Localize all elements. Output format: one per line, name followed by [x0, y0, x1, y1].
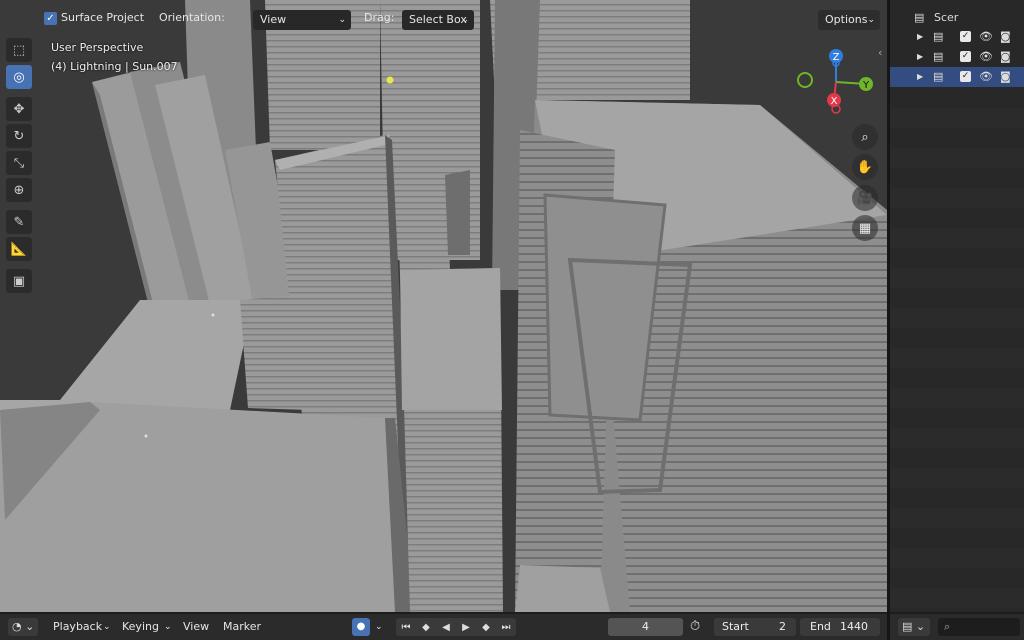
measure-tool-icon[interactable]: 📐 [6, 237, 32, 261]
collection-icon: ▤ [933, 70, 944, 83]
editor-type-icon[interactable]: ◔ ⌄ [8, 618, 38, 636]
transform-tool-icon[interactable]: ⊕ [6, 178, 32, 202]
outliner-empty-rows [890, 88, 1024, 612]
end-label: End [810, 620, 831, 633]
options-dropdown[interactable]: Options ⌄ [818, 10, 880, 30]
playback-menu[interactable]: Playback [53, 614, 102, 640]
zoom-icon[interactable]: ⌕ [852, 124, 878, 150]
3d-viewport[interactable]: ✓ Surface Project Orientation: View ⌄ Dr… [0, 0, 887, 612]
stopwatch-icon[interactable]: ⏱ [690, 614, 700, 640]
outliner-panel: ▤ Scer ▶ ▤ ✓ 👁 ◙ ▶ ▤ ✓ 👁 ◙ ▶ ▤ ✓ 👁 ◙ [890, 0, 1024, 612]
viewport-header: ✓ Surface Project Orientation: View ⌄ Dr… [0, 6, 887, 30]
navigation-gizmo[interactable]: Z Y X [796, 44, 880, 116]
jump-end-icon[interactable]: ⏭ [497, 619, 515, 636]
end-value: 1440 [840, 620, 868, 633]
eye-icon[interactable]: 👁 [979, 30, 993, 43]
neg-y-axis-icon[interactable] [797, 72, 813, 88]
outliner-row-collection[interactable]: ▶ ▤ ✓ 👁 ◙ [890, 47, 1024, 67]
start-frame-field[interactable]: Start 2 [714, 618, 796, 636]
expand-arrow-icon[interactable]: ▶ [917, 32, 923, 41]
y-axis-label: Y [862, 80, 870, 91]
annotate-tool-icon[interactable]: ✎ [6, 210, 32, 234]
chevron-down-icon: ⌄ [338, 15, 346, 25]
chevron-down-icon: ⌄ [103, 622, 111, 632]
chevron-down-icon: ⌄ [461, 15, 469, 25]
pan-hand-icon[interactable]: ✋ [852, 154, 878, 180]
auto-key-record-button[interactable]: ● [352, 618, 370, 636]
expand-arrow-icon[interactable]: ▶ [917, 52, 923, 61]
search-icon: ⌕ [944, 620, 951, 633]
chevron-down-icon: ⌄ [867, 15, 875, 25]
chevron-down-icon: ⌄ [164, 622, 172, 632]
orientation-value: View [260, 13, 287, 26]
outliner-row-collection-selected[interactable]: ▶ ▤ ✓ 👁 ◙ [890, 67, 1024, 87]
current-frame-value: 4 [642, 620, 649, 633]
collection-icon: ▤ [914, 11, 925, 24]
scale-tool-icon[interactable]: ⤡ [6, 151, 32, 175]
eye-icon[interactable]: 👁 [979, 50, 993, 63]
current-frame-field[interactable]: 4 [608, 618, 683, 636]
camera-icon[interactable]: 🎥 [852, 185, 878, 211]
options-label: Options [825, 13, 868, 26]
chevron-down-icon[interactable]: ⌄ [375, 614, 383, 640]
play-icon[interactable]: ▶ [457, 619, 475, 636]
city-scene[interactable] [0, 0, 887, 612]
add-cube-tool-icon[interactable]: ▣ [6, 269, 32, 293]
select-tool-icon[interactable]: ⬚ [6, 38, 32, 62]
next-keyframe-icon[interactable]: ◆ [477, 619, 495, 636]
start-value: 2 [779, 620, 786, 633]
outliner-row-scene[interactable]: ▤ Scer [890, 8, 1024, 28]
end-frame-field[interactable]: End 1440 [800, 618, 880, 636]
exclude-checkbox[interactable]: ✓ [960, 71, 971, 82]
cursor-tool-icon[interactable]: ◎ [6, 65, 32, 89]
play-reverse-icon[interactable]: ◀ [437, 619, 455, 636]
exclude-checkbox[interactable]: ✓ [960, 51, 971, 62]
tool-shelf: ⬚ ◎ ✥ ↻ ⤡ ⊕ ✎ 📐 ▣ [6, 38, 36, 296]
outliner-row-collection[interactable]: ▶ ▤ ✓ 👁 ◙ [890, 27, 1024, 47]
exclude-checkbox[interactable]: ✓ [960, 31, 971, 42]
sidebar-toggle-icon[interactable]: ‹ [878, 46, 882, 59]
outliner-footer: ▤ ⌄ ⌕ [890, 614, 1024, 640]
x-axis-label: X [831, 96, 838, 107]
z-axis-label: Z [833, 52, 840, 63]
keying-menu[interactable]: Keying [122, 614, 159, 640]
orientation-dropdown[interactable]: View ⌄ [253, 10, 351, 30]
jump-start-icon[interactable]: ⏮ [397, 619, 415, 636]
view-name: User Perspective [51, 41, 144, 54]
grid-ortho-icon[interactable]: ▦ [852, 215, 878, 241]
start-label: Start [722, 620, 749, 633]
collection-icon: ▤ [933, 50, 944, 63]
outliner-root-label: Scer [934, 11, 959, 24]
timeline-header: ◔ ⌄ Playback ⌄ Keying ⌄ View Marker ● ⌄ … [0, 614, 887, 640]
move-tool-icon[interactable]: ✥ [6, 97, 32, 121]
drag-value: Select Box [409, 13, 467, 26]
orientation-label: Orientation: [159, 11, 225, 24]
render-camera-icon[interactable]: ◙ [1000, 30, 1011, 43]
expand-arrow-icon[interactable]: ▶ [917, 72, 923, 81]
search-input[interactable]: ⌕ [938, 618, 1020, 636]
render-camera-icon[interactable]: ◙ [1000, 50, 1011, 63]
drag-label: Drag: [364, 11, 395, 24]
render-camera-icon[interactable]: ◙ [1000, 70, 1011, 83]
rotate-tool-icon[interactable]: ↻ [6, 124, 32, 148]
eye-icon[interactable]: 👁 [979, 70, 993, 83]
marker-menu[interactable]: Marker [223, 614, 261, 640]
surface-project-checkbox[interactable]: ✓ [44, 12, 57, 25]
object-info: (4) Lightning | Sun.007 [51, 60, 178, 73]
prev-keyframe-icon[interactable]: ◆ [417, 619, 435, 636]
filter-icon[interactable]: ▤ ⌄ [898, 618, 930, 636]
view-menu[interactable]: View [183, 614, 209, 640]
surface-project-label: Surface Project [61, 11, 145, 24]
drag-dropdown[interactable]: Select Box ⌄ [402, 10, 474, 30]
collection-icon: ▤ [933, 30, 944, 43]
